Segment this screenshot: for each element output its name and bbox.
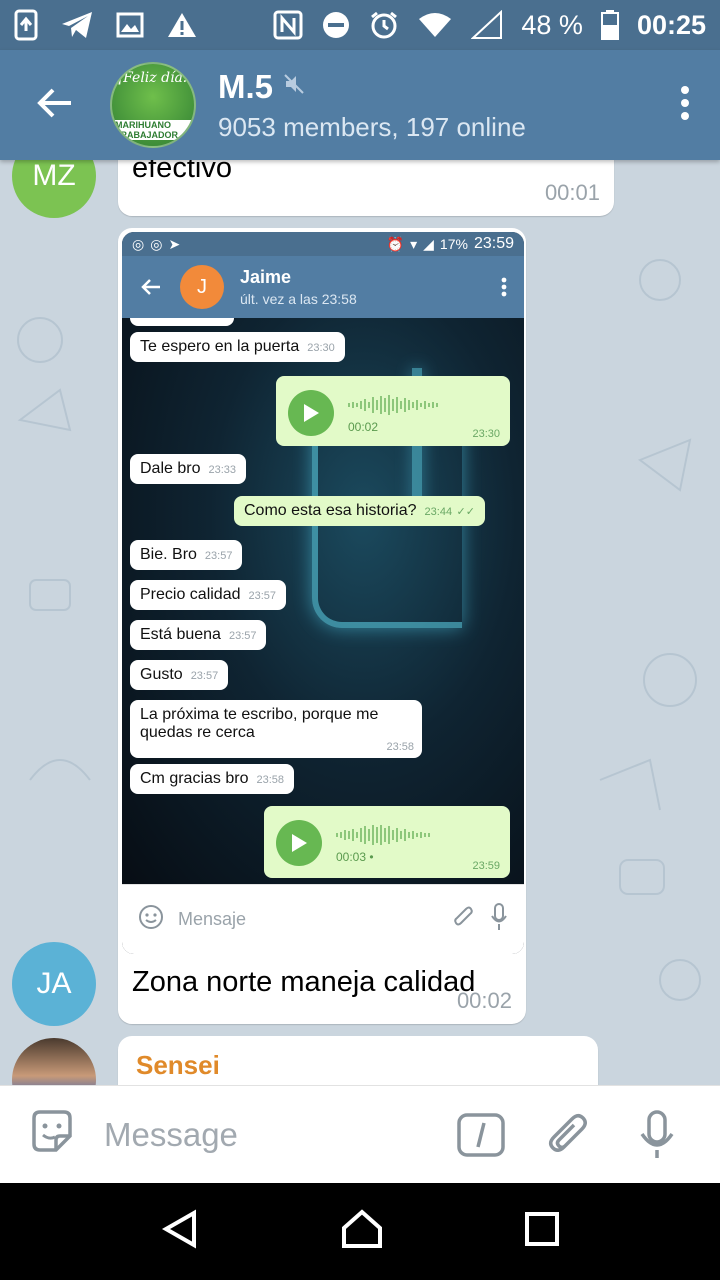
embedded-contact-name: Jaime <box>240 267 292 287</box>
emoji-icon <box>138 904 164 935</box>
group-name: M.5 <box>218 67 274 105</box>
back-button[interactable] <box>0 50 110 160</box>
more-vert-icon <box>680 85 690 126</box>
more-options-button[interactable] <box>650 50 720 160</box>
nav-home-icon[interactable] <box>340 1208 384 1255</box>
group-avatar-caption: MARIHUANO TRABAJADOR <box>112 120 194 140</box>
group-members-status: 9053 members, 197 online <box>218 111 526 142</box>
embedded-message: Cm gracias bro 23:58 <box>130 764 295 794</box>
avatar-initials: JA <box>36 967 72 1000</box>
telegram-icon: ➤ <box>168 235 181 252</box>
embedded-voice-message: 00:03 • 23:59 <box>264 806 510 878</box>
embedded-message-outgoing: Como esta esa historia? 23:44 ✓✓ <box>234 496 485 526</box>
alarm-icon: ⏰ <box>386 235 405 252</box>
photo-attachment[interactable]: ◎ ◎ ➤ ⏰ ▾ ◢ 17% 23:59 J Jaime últ. vez a… <box>122 232 524 954</box>
embedded-message: Te espero en la puerta 23:30 <box>130 332 345 362</box>
wifi-icon: ▾ <box>410 235 418 252</box>
message-bubble[interactable]: efectivo 00:01 <box>118 160 614 216</box>
nfc-icon <box>273 10 303 40</box>
signal-icon: ◢ <box>423 235 434 252</box>
message-input-bar: Message <box>0 1085 720 1183</box>
chat-header: ¡Feliz día! MARIHUANO TRABAJADOR M.5 905… <box>0 50 720 160</box>
message-time: 00:02 <box>456 988 512 1013</box>
embedded-message <box>130 318 234 326</box>
message-time: 00:01 <box>544 180 600 205</box>
microphone-icon <box>490 903 508 936</box>
photo-caption: Zona norte maneja calidad <box>132 966 476 998</box>
sender-avatar-ja[interactable]: JA <box>12 942 96 1026</box>
screenshot-notification-icon <box>14 9 38 41</box>
embedded-chat-area: Te espero en la puerta 23:30 00:02 23:30 … <box>122 318 524 884</box>
wallpaper-glow <box>312 428 462 628</box>
embedded-last-seen: últ. vez a las 23:58 <box>240 291 357 307</box>
battery-percent: 48 % <box>521 9 583 40</box>
paperclip-icon <box>452 904 476 935</box>
status-time: 00:25 <box>636 9 706 40</box>
do-not-disturb-icon <box>321 10 351 40</box>
message-input[interactable]: Message <box>104 1116 428 1154</box>
embedded-voice-message: 00:02 23:30 <box>276 376 510 446</box>
sticker-icon[interactable] <box>28 1108 76 1161</box>
embedded-message: La próxima te escribo, porque me quedas … <box>130 700 422 758</box>
more-vert-icon <box>484 277 524 297</box>
embedded-status-bar: ◎ ◎ ➤ ⏰ ▾ ◢ 17% 23:59 <box>122 232 524 256</box>
image-notification-icon <box>116 12 144 38</box>
warning-icon <box>166 11 198 39</box>
embedded-message: Gusto 23:57 <box>130 660 229 690</box>
mute-icon <box>283 73 305 100</box>
play-icon <box>276 820 322 866</box>
signal-icon <box>471 10 503 40</box>
embedded-input-bar: Mensaje <box>122 884 524 954</box>
instagram-icon: ◎ <box>132 235 145 252</box>
embedded-message: Precio calidad 23:57 <box>130 580 287 610</box>
wifi-icon <box>417 11 453 39</box>
nav-back-icon[interactable] <box>160 1209 200 1254</box>
status-bar: 48 % 00:25 <box>0 0 720 50</box>
message-text: efectivo <box>132 160 232 184</box>
system-navigation-bar <box>0 1183 720 1280</box>
embedded-message: Está buena 23:57 <box>130 620 267 650</box>
slash-command-icon[interactable] <box>446 1112 516 1157</box>
embedded-message: Dale bro 23:33 <box>130 454 247 484</box>
chat-area[interactable]: MZ efectivo 00:01 ◎ ◎ ➤ ⏰ ▾ ◢ 17% 23:59 <box>0 160 720 1085</box>
embedded-message: Bie. Bro 23:57 <box>130 540 243 570</box>
group-avatar-title: ¡Feliz día! <box>117 70 189 86</box>
message-bubble[interactable]: Sensei <box>118 1036 598 1085</box>
embedded-time: 23:59 <box>473 235 514 252</box>
telegram-notification-icon <box>60 10 94 40</box>
instagram-icon: ◎ <box>150 235 163 252</box>
alarm-icon <box>369 10 399 40</box>
waveform <box>336 824 430 846</box>
avatar-initials: MZ <box>32 160 76 192</box>
group-avatar[interactable]: ¡Feliz día! MARIHUANO TRABAJADOR <box>110 62 196 148</box>
paperclip-icon[interactable] <box>534 1112 604 1158</box>
embedded-chat-header: J Jaime últ. vez a las 23:58 <box>122 256 524 318</box>
microphone-icon[interactable] <box>622 1109 692 1160</box>
embedded-input-placeholder: Mensaje <box>178 909 247 929</box>
sender-name: Sensei <box>136 1050 220 1080</box>
battery-icon <box>600 10 619 40</box>
embedded-contact-avatar: J <box>180 265 224 309</box>
arrow-left-icon <box>122 278 180 296</box>
embedded-battery: 17% <box>439 236 468 252</box>
play-icon <box>288 390 334 436</box>
waveform <box>348 394 438 416</box>
nav-recents-icon[interactable] <box>524 1211 560 1252</box>
arrow-left-icon <box>37 87 73 124</box>
photo-message-bubble[interactable]: ◎ ◎ ➤ ⏰ ▾ ◢ 17% 23:59 J Jaime últ. vez a… <box>118 228 526 1024</box>
header-info[interactable]: M.5 9053 members, 197 online <box>218 68 526 143</box>
